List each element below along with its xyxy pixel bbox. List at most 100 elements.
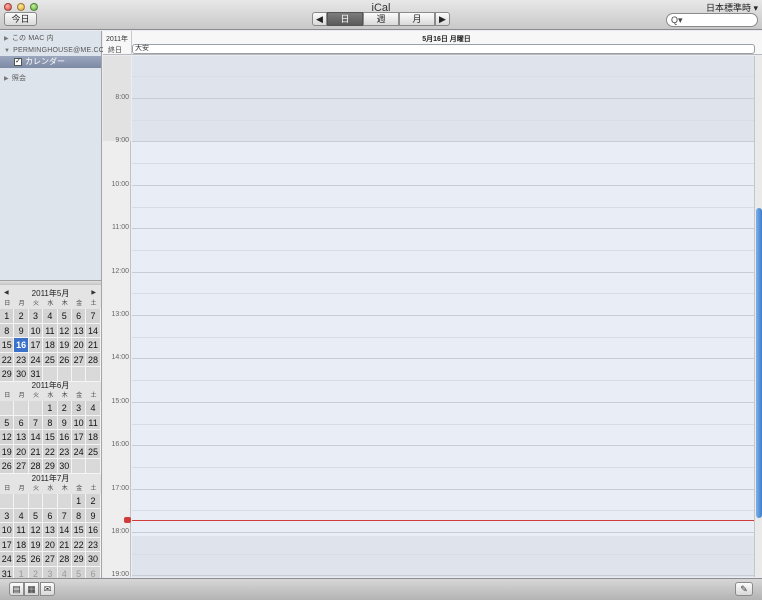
mini-day[interactable]: 12: [0, 430, 15, 445]
mini-day[interactable]: 11: [14, 523, 29, 538]
mini-day[interactable]: 24: [0, 552, 15, 567]
mini-day[interactable]: 10: [0, 523, 15, 538]
mini-day[interactable]: 20: [14, 444, 29, 459]
mini-day[interactable]: 9: [86, 508, 101, 523]
tab-day-view[interactable]: 日: [327, 12, 363, 26]
mini-day[interactable]: 1: [0, 309, 15, 324]
mini-day[interactable]: 27: [43, 552, 58, 567]
mini-day[interactable]: 23: [86, 537, 101, 552]
mini-day[interactable]: 8: [43, 415, 58, 430]
mini-day[interactable]: 13: [43, 523, 58, 538]
disclosure-triangle-icon[interactable]: ▶: [4, 76, 9, 82]
show-notifications-button[interactable]: ✉: [40, 582, 55, 596]
mini-day[interactable]: 17: [0, 537, 15, 552]
mini-day[interactable]: 16: [86, 523, 101, 538]
mini-day-today[interactable]: 16: [14, 338, 29, 353]
disclosure-triangle-icon[interactable]: ▼: [4, 48, 10, 54]
mini-day[interactable]: 25: [86, 444, 101, 459]
mini-day[interactable]: 25: [43, 352, 58, 367]
mini-day[interactable]: 17: [28, 338, 44, 353]
mini-day[interactable]: 15: [0, 338, 15, 353]
mini-day[interactable]: 15: [43, 430, 58, 445]
mini-day[interactable]: 18: [43, 338, 58, 353]
mini-day[interactable]: 19: [28, 537, 44, 552]
mini-day[interactable]: 14: [86, 323, 101, 338]
mini-day[interactable]: 7: [86, 309, 101, 324]
mini-day[interactable]: 2: [86, 494, 101, 509]
mini-day[interactable]: 4: [43, 309, 58, 324]
show-event-info-button[interactable]: ✎: [735, 582, 753, 596]
mini-day[interactable]: 22: [0, 352, 15, 367]
today-button[interactable]: 今日: [4, 12, 37, 26]
mini-day[interactable]: 7: [57, 508, 72, 523]
mini-day[interactable]: 23: [14, 352, 29, 367]
mini-day[interactable]: 18: [86, 430, 101, 445]
mini-day[interactable]: 17: [71, 430, 87, 445]
mini-day[interactable]: 16: [57, 430, 72, 445]
mini-day[interactable]: 22: [43, 444, 58, 459]
mini-day[interactable]: 24: [71, 444, 87, 459]
mini-day[interactable]: 9: [57, 415, 72, 430]
mini-day[interactable]: 21: [86, 338, 101, 353]
mini-day[interactable]: 13: [14, 430, 29, 445]
mini-day[interactable]: 20: [43, 537, 58, 552]
mini-day[interactable]: 2: [14, 309, 29, 324]
mini-day[interactable]: 8: [0, 323, 15, 338]
day-time-grid[interactable]: 8:00 9:00 10:00 11:00 12:00 13:00 14:00 15:00 16…: [103, 56, 762, 577]
mini-day[interactable]: 23: [57, 444, 72, 459]
mini-day[interactable]: 29: [43, 459, 58, 474]
mini-day[interactable]: 1: [43, 401, 58, 416]
mini-day[interactable]: 27: [71, 352, 87, 367]
mini-day[interactable]: 9: [14, 323, 29, 338]
mini-day[interactable]: 30: [86, 552, 101, 567]
disclosure-triangle-icon[interactable]: ▶: [4, 36, 9, 42]
mini-day[interactable]: 3: [0, 508, 15, 523]
mini-day[interactable]: 14: [28, 430, 44, 445]
mini-day[interactable]: 28: [86, 352, 101, 367]
vertical-scrollbar[interactable]: [754, 56, 762, 577]
mini-day[interactable]: 21: [57, 537, 72, 552]
mini-day[interactable]: 28: [28, 459, 44, 474]
mini-day[interactable]: 10: [28, 323, 44, 338]
show-calendars-button[interactable]: ▤: [9, 582, 24, 596]
all-day-event[interactable]: 大安: [132, 44, 755, 54]
mini-day[interactable]: 10: [71, 415, 87, 430]
mini-day[interactable]: 4: [14, 508, 29, 523]
mini-day[interactable]: 19: [0, 444, 15, 459]
show-mini-month-button[interactable]: ▦: [24, 582, 39, 596]
mini-next-month-button[interactable]: ▶: [91, 288, 96, 299]
mini-day[interactable]: 6: [71, 309, 87, 324]
mini-day[interactable]: 5: [0, 415, 15, 430]
scrollbar-thumb[interactable]: [756, 208, 762, 518]
next-period-button[interactable]: ▶: [435, 12, 450, 26]
mini-day[interactable]: 3: [28, 309, 44, 324]
mini-day[interactable]: 11: [43, 323, 58, 338]
mini-day[interactable]: 3: [71, 401, 87, 416]
mini-day[interactable]: 29: [71, 552, 87, 567]
tab-week-view[interactable]: 週: [363, 12, 399, 26]
mini-day[interactable]: 19: [57, 338, 72, 353]
mini-day[interactable]: 26: [57, 352, 72, 367]
calendar-checkbox[interactable]: ✓: [14, 58, 22, 66]
mini-day[interactable]: 6: [43, 508, 58, 523]
mini-day[interactable]: 14: [57, 523, 72, 538]
mini-day[interactable]: 25: [14, 552, 29, 567]
mini-day[interactable]: 12: [28, 523, 44, 538]
tab-month-view[interactable]: 月: [399, 12, 435, 26]
sidebar-section-account[interactable]: ▼ PERMINGHOUSE@ME.COM: [4, 47, 110, 54]
search-field[interactable]: Q▾: [666, 13, 758, 27]
mini-day[interactable]: 30: [57, 459, 72, 474]
mini-day[interactable]: 6: [14, 415, 29, 430]
mini-day[interactable]: 28: [57, 552, 72, 567]
previous-period-button[interactable]: ◀: [312, 12, 327, 26]
day-column[interactable]: [132, 56, 754, 577]
mini-day[interactable]: 5: [57, 309, 72, 324]
mini-day[interactable]: 7: [28, 415, 44, 430]
mini-day[interactable]: 8: [71, 508, 87, 523]
mini-day[interactable]: 2: [57, 401, 72, 416]
mini-day[interactable]: 26: [28, 552, 44, 567]
mini-day[interactable]: 21: [28, 444, 44, 459]
mini-day[interactable]: 12: [57, 323, 72, 338]
mini-day[interactable]: 22: [71, 537, 87, 552]
mini-day[interactable]: 24: [28, 352, 44, 367]
